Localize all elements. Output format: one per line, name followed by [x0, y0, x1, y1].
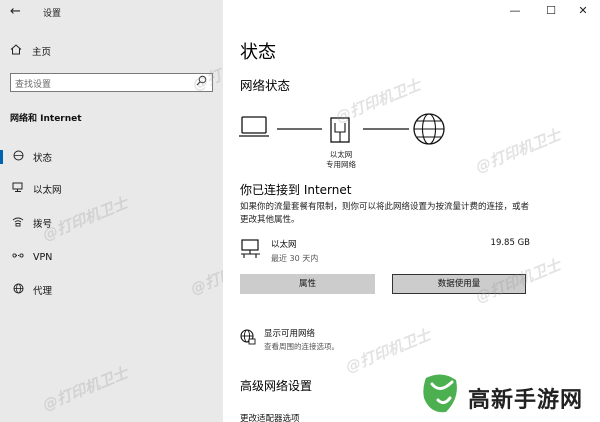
search-placeholder: 查找设置 — [15, 80, 52, 90]
available-networks-title: 显示可用网络 — [264, 329, 316, 339]
ethernet-port-icon — [330, 117, 350, 143]
sidebar-section-title: 网络和 Internet — [10, 114, 82, 124]
sidebar-item-dialup[interactable]: 拨号 — [0, 213, 223, 233]
ethernet-pc-icon — [240, 239, 262, 263]
sidebar-item-status[interactable]: 状态 — [0, 147, 223, 167]
diagram-label-line2: 专用网络 — [326, 160, 356, 169]
brand-text: 高新手游网 — [468, 388, 584, 413]
globe-icon — [11, 283, 25, 297]
back-arrow-icon[interactable]: ← — [10, 4, 30, 20]
watermark: @打印机卫士 — [473, 125, 564, 177]
nav-home-label: 主页 — [32, 47, 52, 58]
sidebar-item-label: 以太网 — [33, 185, 62, 196]
sidebar: ← 设置 主页 查找设置 网络和 Internet 状态 以太网 拨号 VPN … — [0, 0, 280, 422]
app-title: 设置 — [43, 9, 62, 19]
selected-indicator — [0, 150, 3, 164]
brand-leaf-icon — [423, 374, 457, 413]
data-usage-button[interactable]: 数据使用量 — [392, 274, 526, 294]
globe-internet-icon — [413, 113, 445, 145]
watermark: @打印机卫士 — [40, 363, 131, 415]
main-content: — ☐ ✕ 状态 网络状态 以太网 专用网络 你已连接到 Internet 如果… — [223, 0, 600, 422]
minimize-icon[interactable]: — — [505, 4, 525, 17]
laptop-icon — [239, 116, 269, 137]
available-networks-icon — [240, 329, 256, 349]
close-icon[interactable]: ✕ — [573, 4, 593, 17]
connected-heading: 你已连接到 Internet — [240, 183, 352, 197]
network-diagram — [239, 113, 445, 145]
search-input[interactable]: 查找设置 — [10, 73, 213, 92]
properties-button[interactable]: 属性 — [240, 274, 375, 294]
ethernet-usage-size: 19.85 GB — [490, 238, 530, 248]
page-title: 状态 — [240, 42, 276, 63]
sidebar-item-label: VPN — [33, 251, 53, 263]
ethernet-icon — [11, 182, 25, 196]
sidebar-item-vpn[interactable]: VPN — [0, 247, 223, 267]
status-globe-icon — [11, 150, 25, 164]
sidebar-item-label: 状态 — [33, 153, 53, 164]
sidebar-item-label: 拨号 — [33, 219, 53, 230]
diagram-label-line1: 以太网 — [329, 150, 353, 159]
ethernet-period: 最近 30 天内 — [271, 254, 319, 263]
sidebar-item-ethernet[interactable]: 以太网 — [0, 179, 223, 199]
ethernet-usage-row: 以太网 最近 30 天内 19.85 GB — [240, 237, 530, 265]
maximize-icon[interactable]: ☐ — [541, 4, 561, 17]
change-adapter-options-link[interactable]: 更改适配器选项 — [240, 412, 300, 422]
sidebar-item-proxy[interactable]: 代理 — [0, 280, 223, 300]
settings-window: ← 设置 主页 查找设置 网络和 Internet 状态 以太网 拨号 VPN … — [0, 0, 600, 422]
advanced-settings-heading: 高级网络设置 — [240, 379, 313, 393]
ethernet-name: 以太网 — [271, 240, 297, 250]
sidebar-item-label: 代理 — [33, 286, 53, 297]
dialup-icon — [11, 216, 25, 230]
diagram-label: 以太网 专用网络 — [321, 150, 361, 170]
brand-logo: 高新手游网 — [420, 370, 600, 422]
home-icon — [10, 44, 24, 58]
network-status-heading: 网络状态 — [240, 78, 291, 93]
nav-home[interactable]: 主页 — [10, 44, 51, 58]
search-icon[interactable] — [196, 75, 207, 89]
connected-description: 如果你的流量套餐有限制，则你可以将此网络设置为按流量计费的连接，或者更改其他属性… — [240, 202, 530, 225]
vpn-icon — [11, 250, 25, 264]
available-networks-subtitle: 查看周围的连接选项。 — [264, 342, 339, 351]
